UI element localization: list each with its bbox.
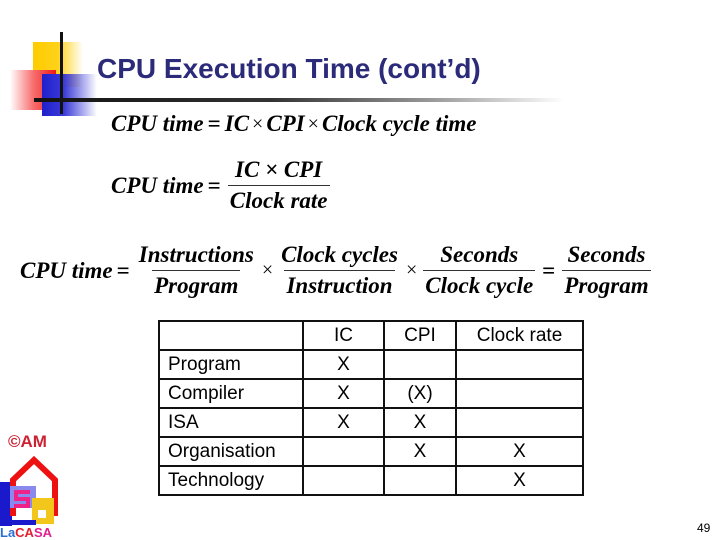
- equals-sign: =: [542, 257, 556, 283]
- fraction-numerator: Clock cycles: [281, 242, 398, 267]
- formula-lhs: CPU time: [20, 257, 113, 283]
- table-row: Compiler X (X): [158, 378, 584, 409]
- fraction-denominator: Program: [562, 270, 651, 299]
- row-label: Program: [158, 349, 304, 380]
- times-sign: ×: [405, 259, 418, 281]
- formula-cpu-time-product: CPU time = IC × CPI × Clock cycle time: [111, 111, 477, 137]
- formula-term: Clock cycle time: [321, 111, 477, 136]
- slide-title: CPU Execution Time (cont’d): [97, 53, 481, 84]
- table-cell: X: [455, 465, 584, 496]
- row-label: ISA: [158, 407, 304, 438]
- times-sign: ×: [252, 112, 264, 135]
- equals-sign: =: [207, 111, 221, 136]
- house-icon: [0, 455, 58, 526]
- row-label: Compiler: [158, 378, 304, 409]
- table-cell: [455, 378, 584, 409]
- table-header-cell: Clock rate: [455, 320, 584, 351]
- times-sign: ×: [307, 112, 319, 135]
- fraction-denominator: Instruction: [284, 270, 395, 299]
- table-cell: (X): [383, 378, 457, 409]
- table-header-cell: IC: [302, 320, 385, 351]
- table-cell: [383, 465, 457, 496]
- fraction: IC × CPI Clock rate: [227, 157, 330, 214]
- table-cell: X: [302, 407, 385, 438]
- formula-lhs: CPU time: [111, 111, 204, 136]
- formula-lhs: CPU time: [111, 172, 204, 198]
- table-cell: X: [302, 349, 385, 380]
- fraction: Instructions Program: [137, 242, 256, 299]
- table-cell: [455, 349, 584, 380]
- fraction-denominator: Clock rate: [227, 185, 330, 214]
- table-row: Program X: [158, 349, 584, 380]
- logo-text-la: La: [0, 525, 16, 540]
- table-row: Technology X: [158, 465, 584, 496]
- fraction-denominator: Clock cycle: [423, 270, 536, 299]
- table-row: Organisation X X: [158, 436, 584, 467]
- page-number: 49: [697, 521, 711, 535]
- fraction-result: Seconds Program: [562, 242, 651, 299]
- fraction-numerator: Seconds: [440, 242, 519, 267]
- title-underline: [34, 98, 564, 102]
- table-cell: [302, 465, 385, 496]
- lacasa-logo: ©AM LaCASA: [0, 428, 70, 540]
- formula-term: IC: [224, 111, 250, 136]
- table-cell: X: [383, 407, 457, 438]
- table-cell: X: [302, 378, 385, 409]
- table-cell: [302, 436, 385, 467]
- times-sign: ×: [261, 259, 274, 281]
- table-header-row: IC CPI Clock rate: [158, 320, 584, 351]
- table-header-cell: [158, 320, 304, 351]
- formula-cpu-time-ratio: CPU time = IC × CPI Clock rate: [111, 157, 333, 214]
- equals-sign: =: [116, 257, 130, 283]
- table-header-cell: CPI: [383, 320, 457, 351]
- table-cell: X: [455, 436, 584, 467]
- table-cell: X: [383, 436, 457, 467]
- fraction-numerator: Instructions: [138, 242, 254, 267]
- blue-square-decoration: [42, 74, 97, 116]
- formula-term: CPI: [266, 111, 305, 136]
- performance-factor-table: IC CPI Clock rate Program X Compiler X (…: [158, 320, 584, 496]
- fraction: Clock cycles Instruction: [279, 242, 400, 299]
- table-cell: [455, 407, 584, 438]
- formula-cpu-time-units: CPU time = Instructions Program × Clock …: [20, 242, 654, 299]
- logo-text-sa: SA: [33, 525, 53, 540]
- fraction: Seconds Clock cycle: [423, 242, 536, 299]
- fraction-denominator: Program: [152, 270, 241, 299]
- fraction-numerator: Seconds: [567, 242, 646, 267]
- table-cell: [383, 349, 457, 380]
- row-label: Technology: [158, 465, 304, 496]
- logo-text-ca: CA: [15, 525, 34, 540]
- equals-sign: =: [207, 172, 221, 198]
- fraction-numerator: IC × CPI: [235, 157, 323, 182]
- row-label: Organisation: [158, 436, 304, 467]
- table-row: ISA X X: [158, 407, 584, 438]
- copyright-mark: ©AM: [8, 432, 47, 451]
- lacasa-wordmark: LaCASA: [0, 525, 52, 540]
